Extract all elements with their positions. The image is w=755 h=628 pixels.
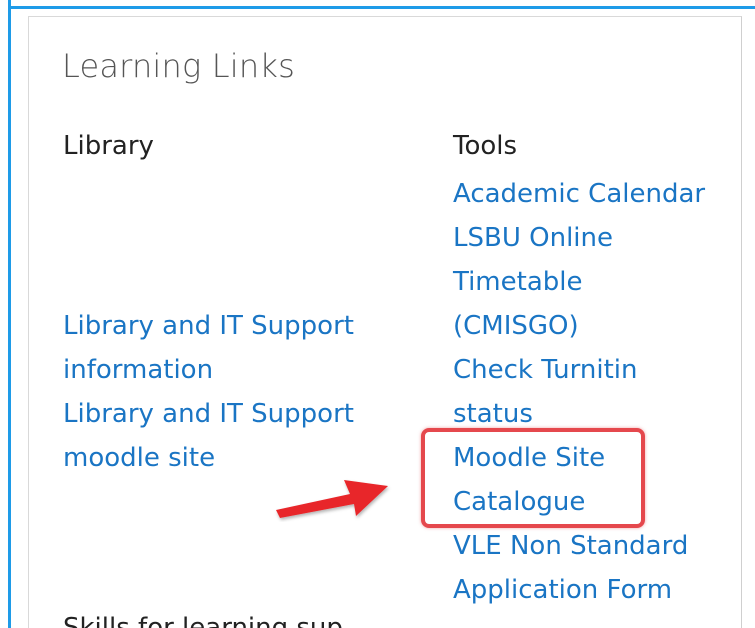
link-text: (CMISGO) [453,311,579,341]
lsbu-online-timetable-link[interactable]: LSBU Online Timetable (CMISGO) [453,216,613,348]
link-text: Application Form [453,575,673,605]
frame-left-border [8,0,11,628]
card-title: Learning Links [62,47,295,85]
library-it-support-information-link[interactable]: Library and IT Support information [63,304,354,392]
link-text: Library and IT Support [63,399,354,429]
library-it-support-moodle-link[interactable]: Library and IT Support moodle site [63,392,354,480]
vle-non-standard-application-link[interactable]: VLE Non Standard Application Form [453,524,688,612]
check-turnitin-status-link[interactable]: Check Turnitin status [453,348,638,436]
library-heading: Library [63,131,154,161]
link-text: moodle site [63,443,216,473]
next-section-heading: Skills for learning sup [63,613,343,628]
highlight-box [421,428,645,528]
link-text: status [453,399,533,429]
link-text: Check Turnitin [453,355,638,385]
link-text: Academic Calendar [453,179,706,209]
red-arrow-icon [276,480,388,518]
tools-heading: Tools [453,131,518,161]
link-text: VLE Non Standard [453,531,689,561]
link-text: information [63,355,214,385]
academic-calendar-link[interactable]: Academic Calendar [453,172,705,216]
link-text: Library and IT Support [63,311,354,341]
frame-top-border [8,6,755,9]
link-text: Timetable [453,267,583,297]
link-text: LSBU Online [453,223,613,253]
